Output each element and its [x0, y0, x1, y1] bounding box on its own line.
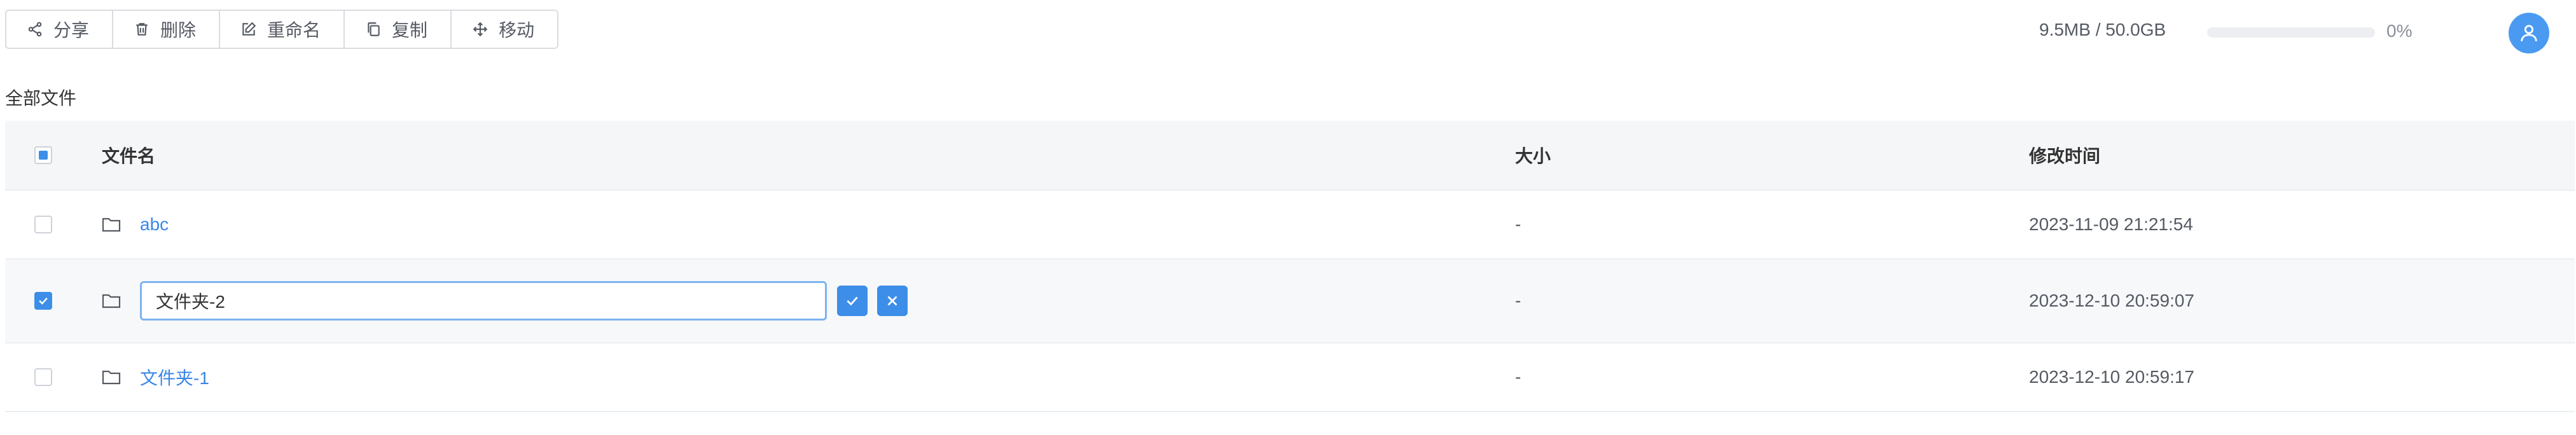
- row-checkbox[interactable]: [34, 216, 52, 233]
- rename-label: 重命名: [267, 20, 321, 40]
- check-icon: [847, 296, 858, 306]
- delete-button[interactable]: 删除: [113, 10, 221, 49]
- column-header-size[interactable]: 大小: [1515, 142, 1551, 168]
- file-name-link[interactable]: abc: [140, 214, 169, 235]
- file-size: -: [1515, 214, 1521, 234]
- user-icon: [2521, 25, 2537, 41]
- check-icon: [39, 297, 48, 305]
- copy-label: 复制: [392, 20, 428, 40]
- move-icon: [472, 21, 488, 38]
- delete-label: 删除: [160, 20, 197, 40]
- file-size: -: [1515, 291, 1521, 310]
- share-label: 分享: [53, 20, 90, 40]
- table-header: 文件名 大小 修改时间: [5, 121, 2575, 191]
- file-size: -: [1515, 367, 1521, 387]
- avatar[interactable]: [2509, 13, 2549, 53]
- breadcrumb[interactable]: 全部文件: [5, 85, 76, 110]
- move-button[interactable]: 移动: [452, 10, 559, 49]
- row-checkbox[interactable]: [34, 368, 52, 386]
- folder-icon: [102, 293, 121, 309]
- column-header-name[interactable]: 文件名: [102, 142, 155, 168]
- table-row[interactable]: 文件夹-1 - 2023-12-10 20:59:17: [5, 343, 2575, 412]
- rename-confirm-button[interactable]: [837, 286, 868, 316]
- folder-icon: [102, 216, 121, 233]
- move-label: 移动: [499, 20, 535, 40]
- table-row[interactable]: abc - 2023-11-09 21:21:54: [5, 191, 2575, 259]
- share-button[interactable]: 分享: [5, 10, 114, 49]
- file-table: 文件名 大小 修改时间 abc - 2023-11-09 21:21:54 文件…: [5, 121, 2575, 412]
- file-modified-time: 2023-11-09 21:21:54: [2029, 214, 2193, 234]
- column-header-modified[interactable]: 修改时间: [2029, 142, 2100, 168]
- trash-icon: [134, 21, 150, 38]
- file-modified-time: 2023-12-10 20:59:07: [2029, 291, 2194, 310]
- folder-icon: [102, 369, 121, 385]
- toolbar: 分享 删除 重命名 复制 移动: [5, 10, 559, 49]
- rename-input[interactable]: [140, 281, 827, 321]
- file-name-link[interactable]: 文件夹-1: [140, 364, 209, 390]
- file-modified-time: 2023-12-10 20:59:17: [2029, 367, 2194, 387]
- table-row[interactable]: - 2023-12-10 20:59:07: [5, 259, 2575, 343]
- select-all-checkbox[interactable]: [34, 146, 52, 164]
- storage-usage-text: 9.5MB / 50.0GB: [2039, 20, 2166, 39]
- row-checkbox[interactable]: [34, 292, 52, 310]
- share-icon: [27, 21, 43, 38]
- close-icon: [887, 296, 897, 306]
- file-manager: 分享 删除 重命名 复制 移动 9.5MB / 50.0GB 0% 全部文件 文…: [0, 0, 2576, 435]
- storage-progress-bar: [2207, 27, 2375, 38]
- storage-percent: 0%: [2386, 21, 2413, 41]
- copy-icon: [365, 21, 382, 38]
- edit-icon: [240, 21, 257, 38]
- rename-button[interactable]: 重命名: [220, 10, 345, 49]
- rename-cancel-button[interactable]: [877, 286, 908, 316]
- copy-button[interactable]: 复制: [345, 10, 452, 49]
